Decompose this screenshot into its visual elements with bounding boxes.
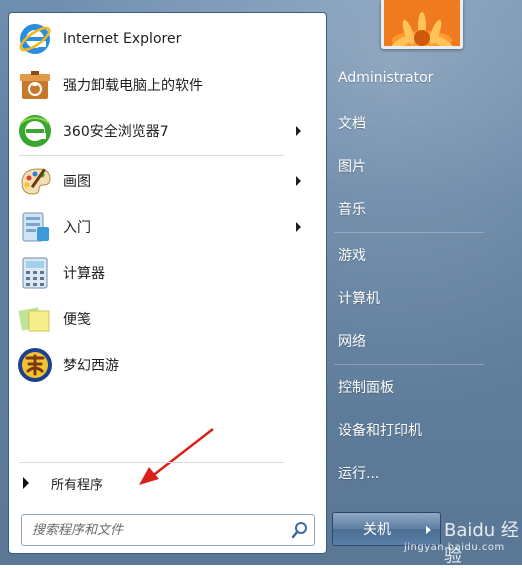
right-item-documents[interactable]: 文档 xyxy=(338,113,366,133)
paint-palette-icon xyxy=(15,161,55,201)
right-item-network[interactable]: 网络 xyxy=(338,331,366,351)
program-label: 梦幻西游 xyxy=(63,358,119,374)
search-input[interactable] xyxy=(30,517,286,543)
360-browser-icon xyxy=(15,111,55,151)
user-picture[interactable] xyxy=(381,0,463,49)
start-menu: Internet Explorer 强力卸载电脑上的软件 360安全浏览器7 画… xyxy=(0,0,522,567)
program-label: 便笺 xyxy=(63,312,91,328)
right-item-control-panel[interactable]: 控制面板 xyxy=(338,377,394,397)
program-uninstaller[interactable]: 强力卸载电脑上的软件 xyxy=(15,63,315,107)
program-sticky-notes[interactable]: 便笺 xyxy=(15,297,315,341)
right-item-music[interactable]: 音乐 xyxy=(338,199,366,219)
game-logo-icon xyxy=(15,345,55,385)
right-item-pictures[interactable]: 图片 xyxy=(338,156,366,176)
right-item-user[interactable]: Administrator xyxy=(338,70,433,86)
program-paint[interactable]: 画图 xyxy=(15,159,315,203)
right-item-computer[interactable]: 计算机 xyxy=(338,288,380,308)
getting-started-icon xyxy=(15,207,55,247)
program-360-browser[interactable]: 360安全浏览器7 xyxy=(15,109,315,153)
all-programs-label: 所有程序 xyxy=(51,477,104,493)
separator xyxy=(19,462,284,463)
program-label: Internet Explorer xyxy=(63,31,182,47)
shutdown-label: 关机 xyxy=(363,522,391,538)
all-programs-button[interactable]: 所有程序 xyxy=(15,470,305,496)
program-label: 入门 xyxy=(63,220,91,236)
watermark-url: jingyan.baidu.com xyxy=(404,542,505,553)
calculator-icon xyxy=(15,253,55,293)
separator xyxy=(334,364,484,365)
right-item-games[interactable]: 游戏 xyxy=(338,245,366,265)
sticky-notes-icon xyxy=(15,299,55,339)
submenu-arrow-icon[interactable] xyxy=(296,126,301,136)
search-box[interactable] xyxy=(21,514,315,546)
separator xyxy=(19,155,284,156)
watermark: Baidu 经验 jingyan.baidu.com xyxy=(402,512,520,567)
program-internet-explorer[interactable]: Internet Explorer xyxy=(15,17,315,61)
programs-panel: Internet Explorer 强力卸载电脑上的软件 360安全浏览器7 画… xyxy=(8,12,327,554)
submenu-arrow-icon[interactable] xyxy=(296,222,301,232)
expand-triangle-icon xyxy=(23,477,29,489)
program-getting-started[interactable]: 入门 xyxy=(15,205,315,249)
search-icon[interactable] xyxy=(286,516,314,544)
submenu-arrow-icon[interactable] xyxy=(296,176,301,186)
internet-explorer-icon xyxy=(15,19,55,59)
program-calculator[interactable]: 计算器 xyxy=(15,251,315,295)
program-label: 画图 xyxy=(63,174,91,190)
right-item-devices-printers[interactable]: 设备和打印机 xyxy=(338,420,422,440)
program-label: 强力卸载电脑上的软件 xyxy=(63,78,203,94)
program-label: 360安全浏览器7 xyxy=(63,124,169,140)
separator xyxy=(334,232,484,233)
right-item-run[interactable]: 运行... xyxy=(338,463,379,483)
program-game[interactable]: 梦幻西游 xyxy=(15,343,315,387)
program-label: 计算器 xyxy=(63,266,105,282)
uninstaller-box-icon xyxy=(15,65,55,105)
